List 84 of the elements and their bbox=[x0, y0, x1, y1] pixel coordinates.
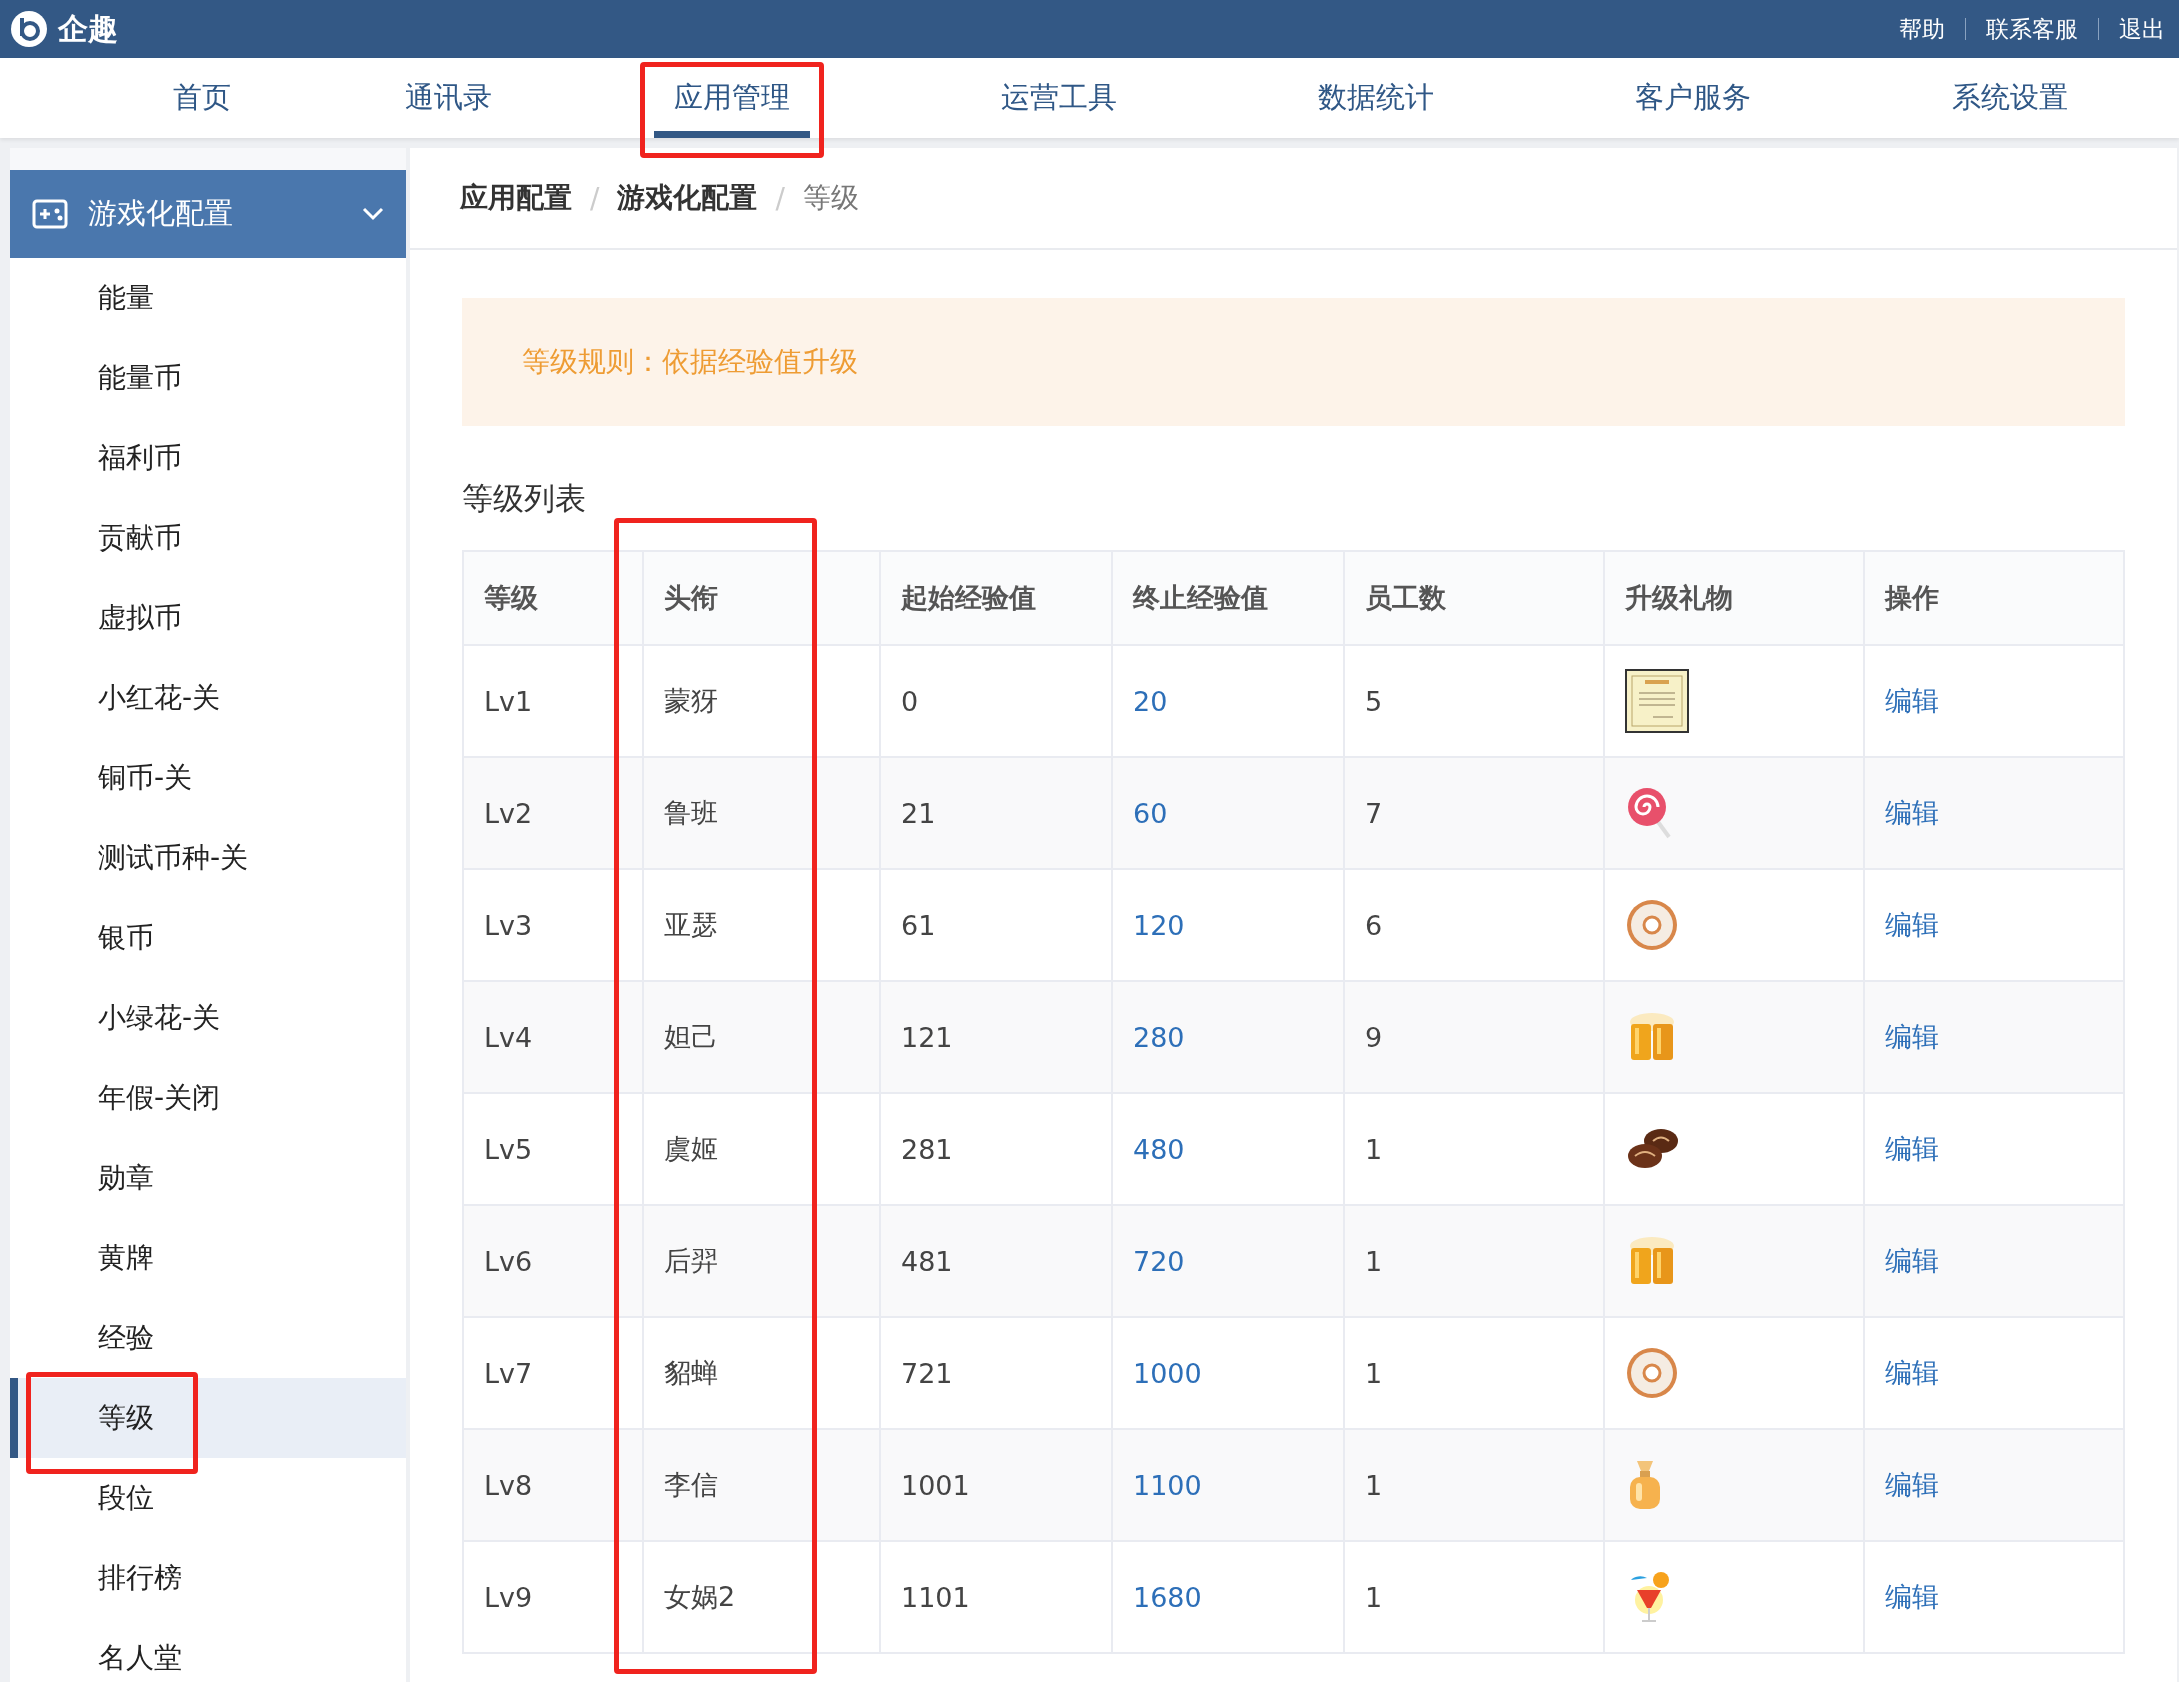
sidebar-item[interactable]: 段位 bbox=[10, 1458, 406, 1538]
level-cell: Lv4 bbox=[463, 981, 643, 1093]
start-exp-cell: 1001 bbox=[880, 1429, 1112, 1541]
header-link[interactable]: 帮助 bbox=[1899, 13, 1945, 45]
nav-tab[interactable]: 应用管理 bbox=[654, 58, 810, 138]
column-header: 升级礼物 bbox=[1604, 551, 1864, 645]
sidebar-item[interactable]: 小红花-关 bbox=[10, 658, 406, 738]
staff-count-cell: 9 bbox=[1344, 981, 1604, 1093]
column-header: 员工数 bbox=[1344, 551, 1604, 645]
header-link[interactable]: 联系客服 bbox=[1986, 13, 2078, 45]
level-cell: Lv2 bbox=[463, 757, 643, 869]
sidebar-item[interactable]: 福利币 bbox=[10, 418, 406, 498]
column-header: 终止经验值 bbox=[1112, 551, 1344, 645]
breadcrumb-item[interactable]: 游戏化配置 bbox=[617, 179, 758, 217]
donut-icon bbox=[1625, 898, 1679, 952]
title-cell: 后羿 bbox=[643, 1205, 880, 1317]
level-cell: Lv9 bbox=[463, 1541, 643, 1653]
column-header: 等级 bbox=[463, 551, 643, 645]
sidebar-item[interactable]: 能量币 bbox=[10, 338, 406, 418]
edit-link[interactable]: 编辑 bbox=[1885, 1133, 1939, 1164]
start-exp-cell: 121 bbox=[880, 981, 1112, 1093]
logo-icon bbox=[10, 10, 48, 48]
edit-link[interactable]: 编辑 bbox=[1885, 685, 1939, 716]
title-cell: 李信 bbox=[643, 1429, 880, 1541]
sidebar-item[interactable]: 经验 bbox=[10, 1298, 406, 1378]
title-cell: 妲己 bbox=[643, 981, 880, 1093]
staff-count-cell: 7 bbox=[1344, 757, 1604, 869]
certificate-icon bbox=[1625, 669, 1689, 733]
title-cell: 鲁班 bbox=[643, 757, 880, 869]
staff-count-cell: 1 bbox=[1344, 1541, 1604, 1653]
breadcrumb-item[interactable]: 应用配置 bbox=[460, 179, 572, 217]
sidebar-item[interactable]: 银币 bbox=[10, 898, 406, 978]
nav-tab[interactable]: 数据统计 bbox=[1297, 58, 1454, 138]
sidebar-item[interactable]: 测试币种-关 bbox=[10, 818, 406, 898]
column-header: 头衔 bbox=[643, 551, 880, 645]
edit-link[interactable]: 编辑 bbox=[1885, 1469, 1939, 1500]
gamepad-icon bbox=[32, 199, 68, 229]
nav-tab[interactable]: 通讯录 bbox=[384, 58, 512, 138]
level-cell: Lv8 bbox=[463, 1429, 643, 1541]
level-cell: Lv6 bbox=[463, 1205, 643, 1317]
start-exp-cell: 1101 bbox=[880, 1541, 1112, 1653]
edit-link[interactable]: 编辑 bbox=[1885, 1245, 1939, 1276]
section-title: 等级列表 bbox=[462, 479, 587, 518]
sidebar-item[interactable]: 等级 bbox=[10, 1378, 406, 1458]
notice-banner: 等级规则：依据经验值升级 bbox=[462, 298, 2125, 426]
sidebar-item[interactable]: 小绿花-关 bbox=[10, 978, 406, 1058]
end-exp-cell: 1680 bbox=[1112, 1541, 1344, 1653]
end-exp-cell: 60 bbox=[1112, 757, 1344, 869]
edit-link[interactable]: 编辑 bbox=[1885, 1021, 1939, 1052]
nav-tab[interactable]: 首页 bbox=[153, 58, 251, 138]
sidebar-item[interactable]: 能量 bbox=[10, 258, 406, 338]
sidebar-item[interactable]: 虚拟币 bbox=[10, 578, 406, 658]
nav-tab[interactable]: 运营工具 bbox=[980, 58, 1137, 138]
brand-name: 企趣 bbox=[58, 9, 118, 48]
nav-tab[interactable]: 客户服务 bbox=[1614, 58, 1771, 138]
sidebar-item[interactable]: 铜币-关 bbox=[10, 738, 406, 818]
staff-count-cell: 1 bbox=[1344, 1429, 1604, 1541]
sidebar-item[interactable]: 勋章 bbox=[10, 1138, 406, 1218]
edit-link[interactable]: 编辑 bbox=[1885, 909, 1939, 940]
breadcrumb-item: 等级 bbox=[802, 180, 859, 216]
title-cell: 女娲2 bbox=[643, 1541, 880, 1653]
chevron-icon bbox=[362, 207, 384, 221]
end-exp-cell: 720 bbox=[1112, 1205, 1344, 1317]
edit-link[interactable]: 编辑 bbox=[1885, 1581, 1939, 1612]
sidebar-item[interactable]: 排行榜 bbox=[10, 1538, 406, 1618]
column-header: 操作 bbox=[1864, 551, 2124, 645]
column-header: 起始经验值 bbox=[880, 551, 1112, 645]
header-link[interactable]: 退出 bbox=[2119, 13, 2165, 45]
staff-count-cell: 1 bbox=[1344, 1205, 1604, 1317]
end-exp-cell: 280 bbox=[1112, 981, 1344, 1093]
start-exp-cell: 481 bbox=[880, 1205, 1112, 1317]
breadcrumb-separator: / bbox=[590, 181, 600, 215]
edit-link[interactable]: 编辑 bbox=[1885, 797, 1939, 828]
sidebar-group-header[interactable]: 游戏化配置 bbox=[10, 170, 406, 258]
donut-icon bbox=[1625, 1346, 1679, 1400]
breadcrumb-separator: / bbox=[775, 181, 785, 215]
sidebar-item[interactable]: 黄牌 bbox=[10, 1218, 406, 1298]
sidebar-item[interactable]: 贡献币 bbox=[10, 498, 406, 578]
edit-link[interactable]: 编辑 bbox=[1885, 1357, 1939, 1388]
start-exp-cell: 21 bbox=[880, 757, 1112, 869]
nav-tab[interactable]: 系统设置 bbox=[1931, 58, 2088, 138]
end-exp-cell: 1100 bbox=[1112, 1429, 1344, 1541]
sidebar-item[interactable]: 年假-关闭 bbox=[10, 1058, 406, 1138]
sidebar-item[interactable]: 名人堂 bbox=[10, 1618, 406, 1682]
